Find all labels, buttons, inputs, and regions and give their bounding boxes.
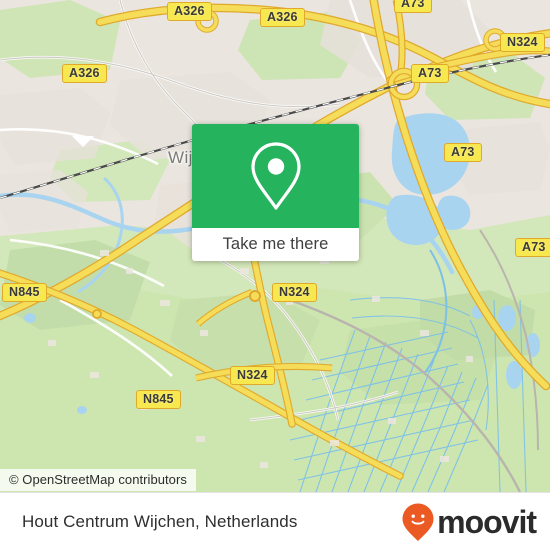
- moovit-wordmark: moovit: [437, 503, 537, 540]
- location-popup[interactable]: Take me there: [192, 124, 359, 261]
- road-shield-a73-top[interactable]: A73: [394, 0, 432, 13]
- moovit-map-screenshot: Wijchen A326 A326 A73 N324 A326 A73 A73 …: [0, 0, 550, 550]
- road-shield-a326-east[interactable]: A326: [260, 8, 305, 27]
- road-shield-n324-center[interactable]: N324: [272, 283, 317, 302]
- moovit-smiley-pin-icon: [402, 503, 434, 541]
- road-shield-a73-right[interactable]: A73: [444, 143, 482, 162]
- road-shield-a73-mid[interactable]: A73: [411, 64, 449, 83]
- road-shield-a326-north[interactable]: A326: [167, 2, 212, 21]
- osm-attribution[interactable]: © OpenStreetMap contributors: [0, 469, 196, 491]
- popup-pointer-tail: [72, 136, 94, 147]
- road-shield-a326-west[interactable]: A326: [62, 64, 107, 83]
- moovit-brand[interactable]: moovit: [401, 502, 537, 542]
- road-shield-n324-lower[interactable]: N324: [230, 366, 275, 385]
- popup-footer[interactable]: Take me there: [192, 228, 359, 261]
- map-canvas[interactable]: Wijchen A326 A326 A73 N324 A326 A73 A73 …: [0, 0, 550, 492]
- location-title: Hout Centrum Wijchen, Netherlands: [22, 511, 298, 531]
- take-me-there-label: Take me there: [222, 235, 329, 253]
- popup-header: [192, 124, 359, 228]
- road-shield-n845-left[interactable]: N845: [2, 283, 47, 302]
- road-shield-n324-topright[interactable]: N324: [500, 33, 545, 52]
- road-shield-n845-bottom[interactable]: N845: [136, 390, 181, 409]
- map-pin-icon: [250, 142, 301, 210]
- road-shield-a73-lower-right[interactable]: A73: [515, 238, 550, 257]
- footer-bar: Hout Centrum Wijchen, Netherlands moovit: [0, 492, 550, 550]
